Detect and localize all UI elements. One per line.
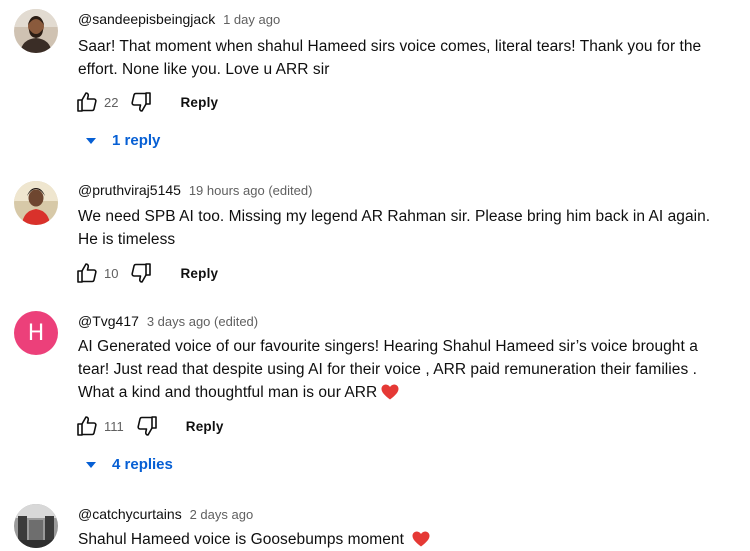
like-button[interactable] — [74, 413, 100, 439]
comment-text: Saar! That moment when shahul Hameed sir… — [78, 38, 702, 78]
reply-button[interactable]: Reply — [180, 266, 218, 281]
avatar[interactable] — [14, 504, 58, 548]
dislike-icon — [131, 92, 152, 112]
view-replies-button[interactable]: 1 reply — [84, 132, 160, 149]
comment-actions: 22 Reply — [74, 88, 218, 116]
author-name[interactable]: @sandeepisbeingjack — [78, 11, 215, 27]
timestamp[interactable]: 19 hours ago (edited) — [189, 183, 313, 198]
like-button[interactable] — [74, 260, 100, 286]
comment-actions: 111 Reply — [74, 412, 224, 440]
dislike-button[interactable] — [128, 260, 154, 286]
comment-header: @sandeepisbeingjack 1 day ago — [78, 11, 280, 27]
like-count: 22 — [104, 94, 119, 110]
comment-text: AI Generated voice of our favourite sing… — [78, 335, 703, 404]
reply-button[interactable]: Reply — [180, 95, 218, 110]
like-count: 10 — [104, 265, 119, 281]
author-name[interactable]: @Tvg417 — [78, 313, 139, 329]
timestamp[interactable]: 1 day ago — [223, 12, 280, 27]
chevron-down-icon — [86, 461, 96, 468]
dislike-icon — [137, 416, 157, 436]
avatar[interactable] — [14, 9, 58, 53]
reply-button[interactable]: Reply — [186, 419, 224, 434]
avatar[interactable] — [14, 181, 58, 225]
like-button[interactable] — [74, 89, 100, 115]
dislike-button[interactable] — [134, 413, 160, 439]
avatar-letter: H — [27, 320, 45, 346]
dislike-button[interactable] — [128, 89, 154, 115]
comment-header: @pruthviraj5145 19 hours ago (edited) — [78, 182, 312, 198]
comment-header: @Tvg417 3 days ago (edited) — [78, 313, 258, 329]
heart-emoji-icon — [412, 531, 430, 547]
timestamp[interactable]: 2 days ago — [190, 507, 254, 522]
timestamp[interactable]: 3 days ago (edited) — [147, 314, 258, 329]
replies-count-label: 4 replies — [112, 456, 173, 473]
like-count: 111 — [104, 418, 124, 434]
replies-count-label: 1 reply — [112, 132, 161, 149]
chevron-down-icon — [86, 137, 96, 144]
heart-emoji-icon — [381, 384, 399, 400]
comment-header: @catchycurtains 2 days ago — [78, 506, 253, 522]
author-name[interactable]: @catchycurtains — [78, 506, 182, 522]
avatar[interactable]: H — [14, 311, 58, 355]
like-icon — [77, 92, 97, 112]
like-icon — [77, 416, 97, 436]
author-name[interactable]: @pruthviraj5145 — [78, 182, 181, 198]
dislike-icon — [131, 263, 152, 283]
comment-text-body: Shahul Hameed voice is Goosebumps moment — [78, 531, 404, 548]
like-icon — [77, 263, 97, 283]
comment-text: We need SPB AI too. Missing my legend AR… — [78, 208, 711, 248]
view-replies-button[interactable]: 4 replies — [84, 456, 173, 473]
comment-actions: 10 Reply — [74, 259, 218, 287]
